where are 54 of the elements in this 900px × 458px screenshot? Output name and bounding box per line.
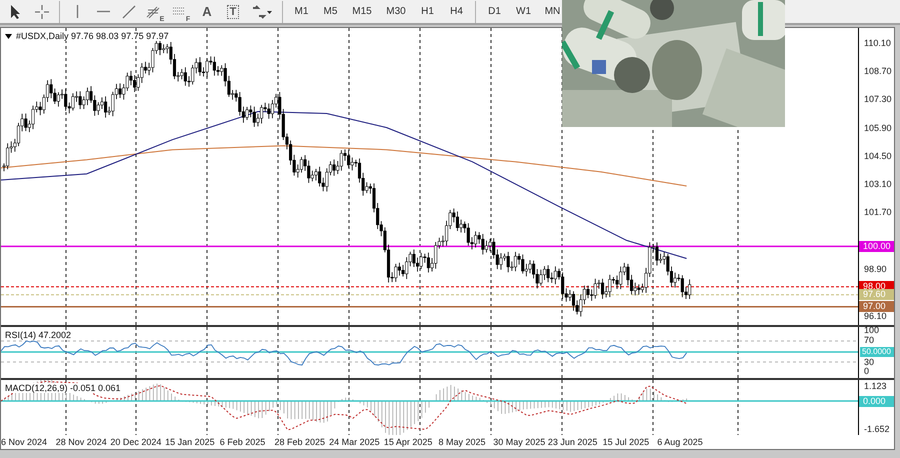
price-level-tag: 97.60: [859, 289, 894, 300]
date-label: 28 Nov 2024: [56, 436, 108, 449]
chart-title: #USDX,Daily 97.76 98.03 97.75 97.97: [16, 31, 169, 41]
timeframe-button[interactable]: MN: [539, 0, 566, 22]
price-level-tag: 100.00: [859, 240, 894, 252]
price-label: 107.30: [864, 94, 892, 104]
date-label: 24 Mar 2025: [329, 436, 381, 449]
price-label: 101.70: [864, 207, 892, 218]
date-label: 15 Jan 2025: [165, 436, 216, 449]
price-label: 98.90: [864, 264, 887, 274]
price-label: 110.10: [864, 38, 891, 48]
date-label: 6 Aug 2025: [657, 436, 704, 449]
arrows-icon: [251, 4, 273, 20]
date-label: 28 Feb 2025: [274, 436, 326, 449]
date-label: 23 Jun 2025: [548, 436, 598, 449]
date-label: 8 May 2025: [438, 436, 487, 449]
timeframe-button[interactable]: D1: [481, 0, 508, 22]
date-label: 6 Nov 2024: [1, 436, 48, 449]
price-label: 103.10: [864, 179, 892, 189]
hatch-icon: [146, 4, 160, 18]
timeframe-button[interactable]: W1: [510, 0, 537, 22]
macd-axis-label: 1.123: [864, 381, 887, 391]
rsi-axis-label: 70: [864, 336, 874, 345]
timeframe-button[interactable]: M1: [288, 0, 315, 22]
rsi-axis-label: 30: [864, 358, 874, 367]
trend-line-icon: [121, 4, 137, 20]
date-label: 6 Feb 2025: [220, 436, 266, 449]
price-label: 104.50: [864, 150, 892, 161]
label-tool-button[interactable]: T: [221, 0, 245, 22]
timeframe-button[interactable]: M30: [380, 0, 412, 22]
timeframe-button[interactable]: H1: [414, 0, 441, 22]
macd-axis-label: -1.652: [864, 424, 890, 434]
macd-title: MACD(12,26,9) -0.051 0.061: [5, 383, 121, 393]
date-label: 15 Jul 2025: [602, 436, 650, 449]
price-label: 105.90: [864, 122, 892, 133]
rsi-title: RSI(14) 47.2002: [5, 330, 72, 340]
date-label: 20 Dec 2024: [110, 436, 162, 449]
collapse-triangle-icon[interactable]: [5, 34, 12, 38]
horizontal-line-icon: [96, 10, 110, 13]
timeframe-button[interactable]: H4: [443, 0, 470, 22]
price-label: 108.70: [864, 66, 892, 76]
rsi-axis-label: 100: [864, 326, 880, 335]
date-label: 30 May 2025: [493, 436, 546, 449]
crosshair-icon: [34, 4, 50, 20]
timeframe-button[interactable]: M15: [346, 0, 378, 22]
text-tool-button[interactable]: A: [195, 0, 219, 22]
rsi-axis-label: 0: [864, 367, 870, 376]
rsi-level-tag: 50.0000: [860, 346, 894, 356]
macd-level-tag: 0.000: [859, 396, 894, 406]
vertical-line-icon: [76, 5, 78, 18]
timeframe-button[interactable]: M5: [317, 0, 344, 22]
price-level-tag: 97.00: [859, 301, 894, 312]
price-label: 96.10: [864, 311, 887, 321]
date-label: 15 Apr 2025: [384, 436, 434, 449]
